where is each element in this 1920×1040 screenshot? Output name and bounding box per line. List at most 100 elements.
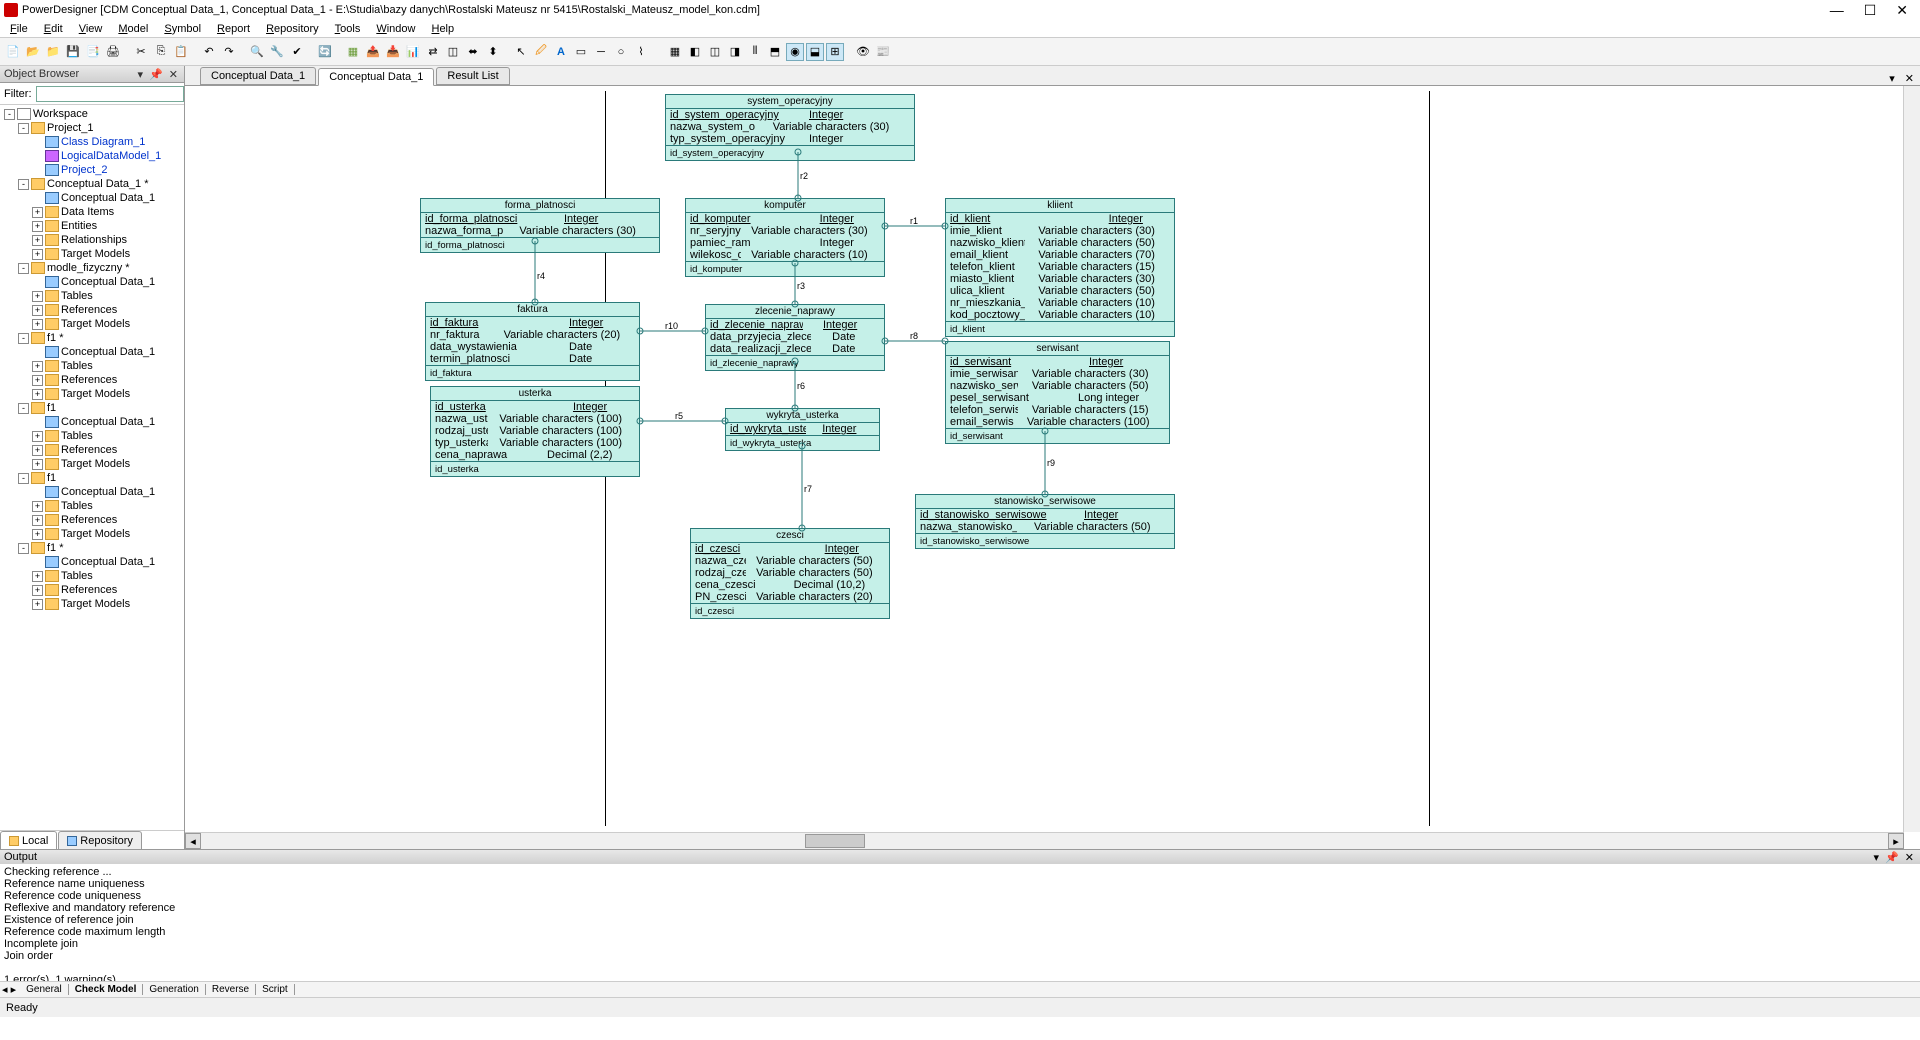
save-button[interactable]: 💾 [64, 43, 82, 61]
print-preview-button[interactable]: 📰 [874, 43, 892, 61]
panel-pin-icon[interactable]: 📌 [147, 68, 165, 81]
tree-item[interactable]: -f1 [2, 401, 182, 415]
distribute-button[interactable]: ⫴ [746, 43, 764, 61]
tree-toggle-icon[interactable]: - [18, 333, 29, 344]
tree-item[interactable]: Conceptual Data_1 [2, 415, 182, 429]
color-tool[interactable]: 🖉 [532, 43, 550, 61]
entity-czesci[interactable]: czesciid_czesciIntegernazwa_czesciVariab… [690, 528, 890, 619]
tree-item[interactable]: +Tables [2, 429, 182, 443]
output-tab-general[interactable]: General [20, 984, 69, 995]
tabs-menu-icon[interactable]: ▾ [1885, 72, 1899, 85]
menu-tools[interactable]: Tools [327, 21, 369, 37]
tree-toggle-icon[interactable]: - [18, 403, 29, 414]
tree-toggle-icon[interactable]: + [32, 249, 43, 260]
output-pin-icon[interactable]: 📌 [1883, 851, 1901, 864]
open-project-button[interactable]: 📁 [44, 43, 62, 61]
pointer-tool[interactable]: ↖ [512, 43, 530, 61]
print-button[interactable]: 🖨 [104, 43, 122, 61]
filter-input[interactable] [36, 86, 184, 102]
tree-toggle-icon[interactable]: + [32, 459, 43, 470]
tree-item[interactable]: +Target Models [2, 387, 182, 401]
tree-item[interactable]: -Workspace [2, 107, 182, 121]
tree-item[interactable]: Conceptual Data_1 [2, 191, 182, 205]
menu-model[interactable]: Model [110, 21, 156, 37]
output-dropdown-icon[interactable]: ▾ [1872, 851, 1882, 864]
tab-local[interactable]: Local [0, 831, 57, 849]
tree-item[interactable]: +Tables [2, 289, 182, 303]
tree-toggle-icon[interactable]: + [32, 585, 43, 596]
tree-item[interactable]: +Target Models [2, 527, 182, 541]
tree-toggle-icon[interactable]: + [32, 207, 43, 218]
relationship-label[interactable]: r1 [910, 216, 918, 226]
output-tab-generation[interactable]: Generation [143, 984, 205, 995]
entity-wykryta_usterka[interactable]: wykryta_usterkaid_wykryta_usterkaInteger… [725, 408, 880, 451]
relationship-label[interactable]: r10 [665, 321, 678, 331]
properties-button[interactable]: 🔧 [268, 43, 286, 61]
tree-item[interactable]: +Target Models [2, 247, 182, 261]
tree-toggle-icon[interactable]: + [32, 515, 43, 526]
export-button[interactable]: 📤 [364, 43, 382, 61]
tree-item[interactable]: Conceptual Data_1 [2, 345, 182, 359]
tree-toggle-icon[interactable]: + [32, 375, 43, 386]
close-button[interactable]: ✕ [1896, 2, 1908, 19]
tree-item[interactable]: LogicalDataModel_1 [2, 149, 182, 163]
align-top-button[interactable]: ⬒ [766, 43, 784, 61]
menu-report[interactable]: Report [209, 21, 258, 37]
tree-item[interactable]: +Target Models [2, 317, 182, 331]
relationship-label[interactable]: r5 [675, 411, 683, 421]
minimize-button[interactable]: — [1830, 2, 1844, 19]
tree-toggle-icon[interactable]: + [32, 431, 43, 442]
tree-item[interactable]: +Entities [2, 219, 182, 233]
tree-toggle-icon[interactable]: + [32, 599, 43, 610]
tree-toggle-icon[interactable]: + [32, 389, 43, 400]
tree-toggle-icon[interactable]: + [32, 445, 43, 456]
maximize-button[interactable]: ☐ [1864, 2, 1877, 19]
tree-item[interactable]: +References [2, 373, 182, 387]
entity-kliient[interactable]: kliientid_klientIntegerimie_klientVariab… [945, 198, 1175, 337]
relationship-label[interactable]: r6 [797, 381, 805, 391]
entity-stanowisko_serwisowe[interactable]: stanowisko_serwisoweid_stanowisko_serwis… [915, 494, 1175, 549]
tree-item[interactable]: +References [2, 303, 182, 317]
generate-button[interactable]: ▦ [344, 43, 362, 61]
import-button[interactable]: 📥 [384, 43, 402, 61]
auto-layout-button[interactable]: ⊞ [826, 43, 844, 61]
menu-edit[interactable]: Edit [36, 21, 71, 37]
tree-toggle-icon[interactable]: + [32, 221, 43, 232]
tree-toggle-icon[interactable]: + [32, 571, 43, 582]
tabs-close-icon[interactable]: ✕ [1899, 72, 1920, 85]
tab-conceptual-data-1a[interactable]: Conceptual Data_1 [200, 67, 316, 85]
entity-serwisant[interactable]: serwisantid_serwisantIntegerimie_serwisa… [945, 341, 1170, 444]
copy-button[interactable]: ⎘ [152, 43, 170, 61]
align-bottom-button[interactable]: ⬓ [806, 43, 824, 61]
compare-button[interactable]: ⇄ [424, 43, 442, 61]
open-button[interactable]: 📂 [24, 43, 42, 61]
tree-item[interactable]: Conceptual Data_1 [2, 275, 182, 289]
tree-toggle-icon[interactable]: - [18, 179, 29, 190]
tree-toggle-icon[interactable]: + [32, 319, 43, 330]
new-button[interactable]: 📄 [4, 43, 22, 61]
tree-item[interactable]: Class Diagram_1 [2, 135, 182, 149]
output-tab-reverse[interactable]: Reverse [206, 984, 256, 995]
tree-item[interactable]: +References [2, 583, 182, 597]
entity-zlecenie_naprawy[interactable]: zlecenie_naprawyid_zlecenie_naprawyInteg… [705, 304, 885, 371]
tab-result-list[interactable]: Result List [436, 67, 509, 85]
tree-item[interactable]: -f1 * [2, 331, 182, 345]
tree-item[interactable]: +References [2, 513, 182, 527]
panel-dropdown-icon[interactable]: ▾ [136, 68, 146, 81]
output-tab-check-model[interactable]: Check Model [69, 984, 144, 995]
rect-tool[interactable]: ▭ [572, 43, 590, 61]
menu-view[interactable]: View [71, 21, 111, 37]
align-right-button[interactable]: ◨ [726, 43, 744, 61]
ellipse-tool[interactable]: ○ [612, 43, 630, 61]
entity-komputer[interactable]: komputerid_komputerIntegernr_seryjnyVari… [685, 198, 885, 277]
tree-item[interactable]: -Project_1 [2, 121, 182, 135]
tree-item[interactable]: +Tables [2, 499, 182, 513]
menu-repository[interactable]: Repository [258, 21, 327, 37]
panel-close-icon[interactable]: ✕ [167, 68, 180, 81]
tree-item[interactable]: +Tables [2, 569, 182, 583]
entity-usterka[interactable]: usterkaid_usterkaIntegernazwa_usterkaVar… [430, 386, 640, 477]
tree-toggle-icon[interactable]: + [32, 235, 43, 246]
object-tree[interactable]: -Workspace-Project_1Class Diagram_1Logic… [0, 105, 184, 830]
tree-item[interactable]: -modle_fizyczny * [2, 261, 182, 275]
entity-faktura[interactable]: fakturaid_fakturaIntegernr_fakturaVariab… [425, 302, 640, 381]
